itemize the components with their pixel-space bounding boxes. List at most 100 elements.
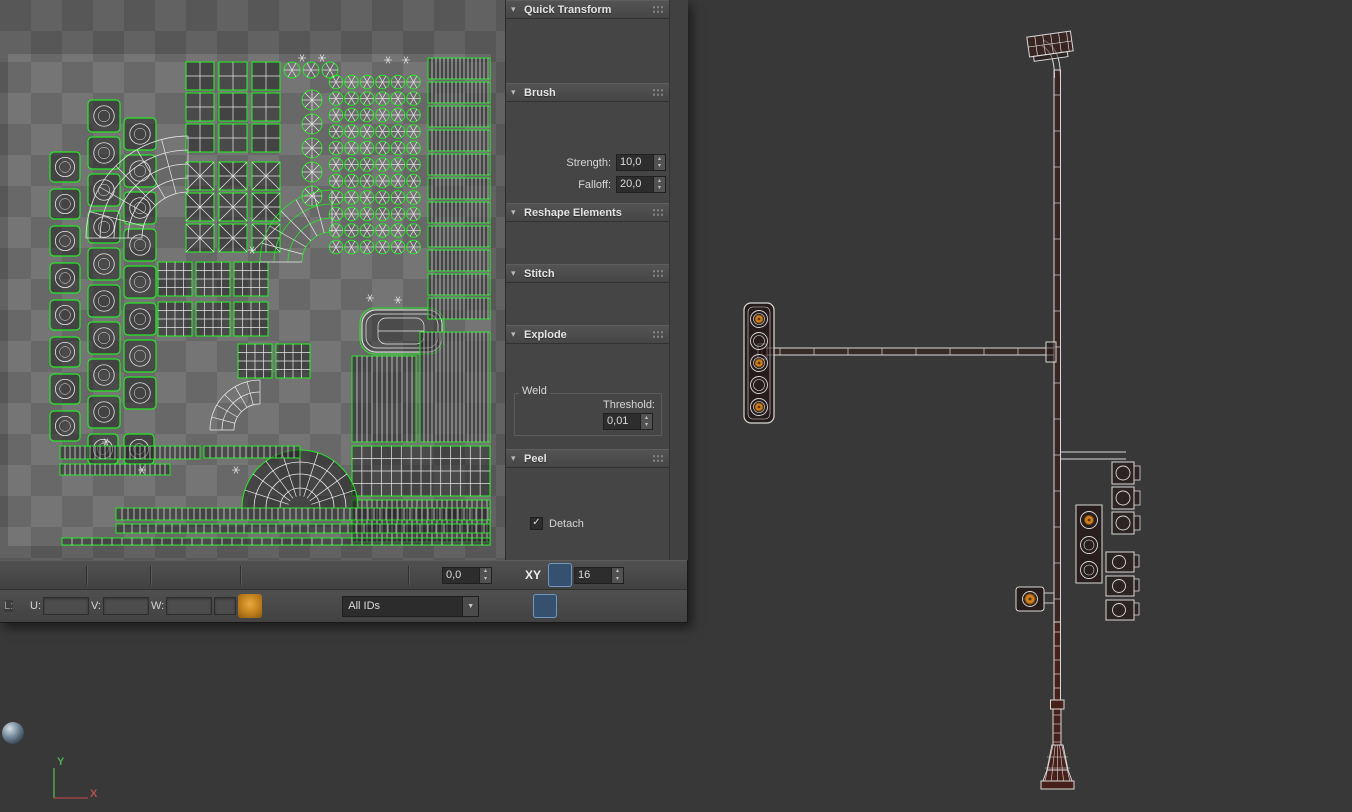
space-down-icon[interactable] — [613, 48, 637, 72]
pelt-map-icon[interactable] — [618, 476, 650, 508]
stitch-target-icon[interactable] — [625, 288, 653, 314]
falloff-value[interactable]: 20,0 — [616, 176, 653, 193]
weld-selected-icon[interactable] — [520, 403, 544, 427]
move-selected-icon[interactable] — [30, 563, 54, 587]
paint-select-icon[interactable] — [120, 563, 144, 587]
spinner-arrows[interactable] — [653, 154, 666, 171]
space-up-2-icon[interactable] — [647, 24, 670, 48]
l-field[interactable] — [214, 597, 237, 615]
rollout-header-stitch[interactable]: Stitch — [506, 264, 670, 283]
rotate-cw-icon[interactable] — [586, 48, 610, 72]
rollout-header-quick-transform[interactable]: Quick Transform — [506, 0, 670, 19]
align-anchor-icon[interactable] — [512, 24, 536, 48]
uvw-gizmo-icon[interactable] — [4, 594, 28, 618]
brush-falloff-line-icon[interactable] — [508, 158, 540, 190]
detach-checkbox[interactable] — [530, 517, 543, 530]
spinner-down-icon[interactable] — [654, 163, 665, 171]
element-mode-icon[interactable] — [56, 563, 80, 587]
stitch-average-icon[interactable] — [557, 288, 585, 314]
stitch-custom-icon[interactable] — [523, 288, 551, 314]
soft-selection-value[interactable]: 0,0 — [442, 566, 479, 584]
u-field[interactable] — [43, 597, 89, 615]
relax-link-icon[interactable] — [378, 563, 402, 587]
reshape-cube-icon[interactable] — [574, 227, 602, 253]
rollout-header-peel[interactable]: Peel — [506, 449, 670, 468]
align-horizontal-icon[interactable] — [158, 563, 182, 587]
grid-size-spinner[interactable]: 16 — [574, 566, 625, 584]
relax-brush-icon[interactable] — [598, 112, 630, 144]
document-icon[interactable] — [2, 754, 24, 780]
threshold-value[interactable]: 0,01 — [603, 413, 641, 430]
break-by-vertex-icon[interactable] — [522, 349, 546, 373]
move-vertical-icon[interactable] — [532, 48, 556, 72]
weld-target-icon[interactable] — [551, 403, 575, 427]
grid-snap-icon[interactable] — [548, 563, 573, 587]
fern-icon[interactable] — [2, 664, 24, 690]
align-to-corner-icon[interactable] — [300, 563, 324, 587]
spinner-up-icon[interactable] — [641, 414, 652, 422]
zoom-region-icon[interactable] — [533, 594, 558, 618]
rotate-ccw-icon[interactable] — [593, 24, 617, 48]
falloff-curve-icon[interactable] — [494, 563, 518, 587]
zoom-extents-icon[interactable] — [559, 594, 583, 618]
w-field[interactable] — [166, 597, 213, 615]
spinner-arrows[interactable] — [653, 176, 666, 193]
freeze-icon[interactable] — [316, 594, 340, 618]
revert-zoom-icon[interactable] — [585, 594, 609, 618]
pick-tool-icon[interactable] — [264, 594, 288, 618]
peel-mode-icon[interactable] — [572, 476, 604, 508]
pan-icon[interactable] — [481, 594, 505, 618]
strength-value[interactable]: 10,0 — [616, 154, 653, 171]
reshape-cube-2-icon[interactable] — [614, 227, 642, 253]
align-bars-icon[interactable] — [566, 24, 590, 48]
flatten-by-material-icon[interactable] — [630, 349, 654, 373]
strength-spinner[interactable]: 10,0 — [616, 154, 666, 171]
quick-peel-icon[interactable] — [526, 476, 558, 508]
spinner-arrows[interactable] — [479, 566, 492, 584]
spinner-up-icon[interactable] — [480, 568, 491, 576]
spinner-arrows[interactable] — [611, 566, 625, 584]
align-vertical-icon[interactable] — [184, 563, 208, 587]
spinner-arrows[interactable] — [640, 413, 654, 430]
relax-rings-icon[interactable] — [352, 563, 376, 587]
zoom-icon[interactable] — [507, 594, 531, 618]
paint-move-brush-icon[interactable] — [326, 563, 350, 587]
v-field[interactable] — [103, 597, 149, 615]
spinner-down-icon[interactable] — [612, 575, 623, 583]
dropdown-arrow-icon[interactable] — [462, 596, 479, 616]
spinner-down-icon[interactable] — [480, 575, 491, 583]
lock-selection-icon[interactable] — [238, 594, 263, 618]
spinner-up-icon[interactable] — [654, 155, 665, 163]
paint-brush-icon[interactable] — [546, 112, 578, 144]
material-sphere-icon[interactable] — [2, 722, 24, 744]
align-diamond-icon[interactable] — [559, 48, 583, 72]
freeform-mode-icon[interactable] — [4, 563, 28, 587]
linear-align-icon[interactable] — [210, 563, 234, 587]
spinner-down-icon[interactable] — [654, 185, 665, 193]
stitch-source-icon[interactable] — [591, 288, 619, 314]
uv-canvas[interactable] — [0, 0, 505, 560]
grass-icon[interactable] — [2, 628, 24, 654]
rollout-header-brush[interactable]: Brush — [506, 83, 670, 102]
falloff-spinner[interactable]: 20,0 — [616, 176, 666, 193]
panel-scroll-gutter[interactable] — [669, 0, 688, 560]
move-horizontal-icon[interactable] — [539, 24, 563, 48]
align-to-edge-icon[interactable] — [274, 563, 298, 587]
flatten-by-smoothing-icon[interactable] — [603, 349, 627, 373]
soft-selection-spinner[interactable]: 0,0 — [442, 566, 492, 584]
rollout-header-reshape[interactable]: Reshape Elements — [506, 203, 670, 222]
material-id-dropdown[interactable]: All IDs — [342, 595, 480, 617]
space-down-2-icon[interactable] — [640, 48, 664, 72]
spinner-down-icon[interactable] — [641, 422, 652, 430]
rectangular-select-icon[interactable] — [94, 563, 118, 587]
preview-swatch-icon[interactable] — [290, 594, 314, 618]
reshape-grid-icon[interactable] — [534, 227, 562, 253]
space-up-icon[interactable] — [620, 24, 644, 48]
threshold-spinner[interactable]: 0,01 — [603, 413, 654, 430]
falloff-space-label[interactable]: XY — [525, 568, 541, 582]
break-by-face-icon[interactable] — [576, 349, 600, 373]
spinner-up-icon[interactable] — [612, 568, 623, 576]
soft-selection-icon[interactable] — [416, 563, 440, 587]
grid-size-value[interactable]: 16 — [574, 566, 612, 584]
break-by-edge-icon[interactable] — [549, 349, 573, 373]
